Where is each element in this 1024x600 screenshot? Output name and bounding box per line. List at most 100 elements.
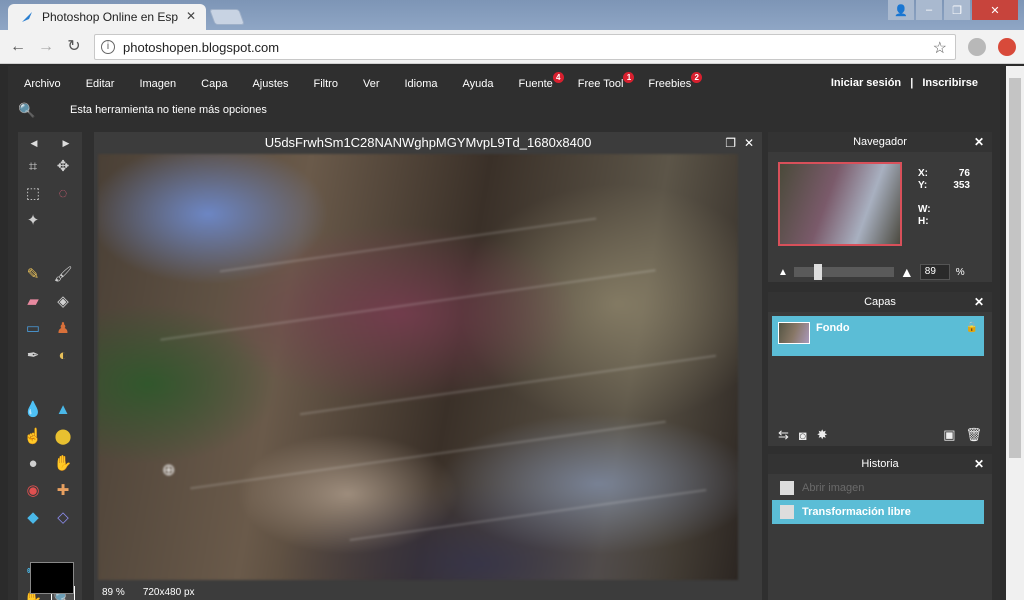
lasso-tool-icon[interactable]: ◌ xyxy=(51,181,75,205)
menu-idioma[interactable]: Idioma xyxy=(404,78,437,90)
bucket-tool-icon[interactable]: ◈ xyxy=(51,289,75,313)
layer-styles-icon[interactable]: ✸ xyxy=(817,427,828,443)
menu-fuente[interactable]: Fuente 4 xyxy=(519,72,564,90)
layers-title: Capas xyxy=(864,296,896,308)
smudge-tool-icon[interactable]: ☝ xyxy=(21,424,45,448)
info-icon[interactable]: i xyxy=(101,40,115,54)
image-canvas[interactable]: ⊕ xyxy=(98,154,738,580)
user-profile-icon[interactable]: 👤 xyxy=(888,0,914,20)
signup-link[interactable]: Inscribirse xyxy=(922,77,978,89)
zoom-out-icon[interactable]: ▲ xyxy=(778,267,788,278)
gradient-tool-icon[interactable]: ▭ xyxy=(21,316,45,340)
zoom-in-icon[interactable]: ▲ xyxy=(900,264,914,280)
new-tab-button[interactable] xyxy=(209,9,245,25)
editor-app: Archivo Editar Imagen Capa Ajustes Filtr… xyxy=(8,66,1000,600)
close-history-icon[interactable]: ✕ xyxy=(974,454,984,474)
color-replace-tool-icon[interactable]: ✒ xyxy=(21,343,45,367)
reload-button[interactable]: ↻ xyxy=(64,37,84,57)
dodge-tool-icon[interactable]: ● xyxy=(21,451,45,475)
menu-editar[interactable]: Editar xyxy=(86,78,115,90)
foreground-color-swatch[interactable] xyxy=(30,562,74,594)
history-item[interactable]: Transformación libre xyxy=(772,500,984,524)
layers-panel: Capas ✕ Fondo 🔒 ⇆ ◙ ✸ ▣ 🗑 xyxy=(768,292,992,446)
navigator-zoom: ▲ ▲ 89 % xyxy=(778,264,965,280)
magic-wand-tool-icon[interactable]: ✦ xyxy=(21,208,45,232)
close-document-icon[interactable]: ✕ xyxy=(744,132,754,154)
browser-titlebar: Photoshop Online en Esp ✕ 👤 – ❐ ✕ xyxy=(0,0,1024,30)
sponge-tool-icon[interactable]: ⬤ xyxy=(51,424,75,448)
arrow-left-icon: ← xyxy=(10,38,26,55)
back-button[interactable]: ← xyxy=(8,37,28,57)
layer-settings-icon[interactable]: ⇆ xyxy=(778,427,789,443)
navigator-coords: X: 76 Y: 353 W: H: xyxy=(918,168,970,227)
menu-ver[interactable]: Ver xyxy=(363,78,380,90)
document-window: U5dsFrwhSm1C28NANWghpMGYMvpL9Td_1680x840… xyxy=(94,132,762,600)
layer-thumbnail xyxy=(778,322,810,344)
blur-tool-icon[interactable]: 💧 xyxy=(21,397,45,421)
close-layers-icon[interactable]: ✕ xyxy=(974,292,984,312)
history-title: Historia xyxy=(861,458,899,470)
history-step-icon xyxy=(780,481,794,495)
stamp-tool-icon[interactable]: ♟ xyxy=(51,316,75,340)
layer-mask-icon[interactable]: ◙ xyxy=(799,428,807,443)
sharpen-tool-icon[interactable]: ▲ xyxy=(51,397,75,421)
navigator-zoom-input[interactable]: 89 xyxy=(919,264,950,280)
close-navigator-icon[interactable]: ✕ xyxy=(974,132,984,152)
new-layer-icon[interactable]: ▣ xyxy=(943,427,955,443)
tools-collapse-right-icon[interactable]: ▶ xyxy=(63,138,70,149)
pinch-tool-icon[interactable]: ◇ xyxy=(51,505,75,529)
extension-red-icon[interactable] xyxy=(998,38,1016,56)
login-link[interactable]: Iniciar sesión xyxy=(831,77,901,89)
minimize-button[interactable]: – xyxy=(916,0,942,20)
close-window-button[interactable]: ✕ xyxy=(972,0,1018,20)
document-status: 89 % 720x480 px xyxy=(102,587,195,598)
menu-imagen[interactable]: Imagen xyxy=(139,78,176,90)
navigator-thumbnail[interactable] xyxy=(778,162,902,246)
eraser-tool-icon[interactable]: ▰ xyxy=(21,289,45,313)
zoom-slider[interactable] xyxy=(793,264,894,280)
menu-archivo[interactable]: Archivo xyxy=(24,78,61,90)
extension-icon[interactable] xyxy=(968,38,986,56)
notification-badge: 1 xyxy=(623,72,635,83)
options-bar: 🔍 Esta herramienta no tiene más opciones xyxy=(8,96,1000,124)
page-scrollbar[interactable] xyxy=(1006,66,1024,600)
feather-icon xyxy=(20,10,34,24)
auth-links: Iniciar sesión | Inscribirse xyxy=(831,77,978,89)
draw-tool-icon[interactable]: ◐ xyxy=(51,343,75,367)
browser-tab[interactable]: Photoshop Online en Esp ✕ xyxy=(8,4,206,30)
history-item[interactable]: Abrir imagen xyxy=(772,476,984,500)
zoom-cursor-icon: ⊕ xyxy=(162,462,176,479)
menu-capa[interactable]: Capa xyxy=(201,78,227,90)
spot-heal-tool-icon[interactable]: ✚ xyxy=(51,478,75,502)
lock-icon: 🔒 xyxy=(965,322,978,333)
menu-filtro[interactable]: Filtro xyxy=(314,78,338,90)
bookmark-star-icon[interactable]: ☆ xyxy=(933,38,947,58)
tools-collapse-left-icon[interactable]: ◀ xyxy=(31,138,38,149)
red-eye-tool-icon[interactable]: ◉ xyxy=(21,478,45,502)
forward-button[interactable]: → xyxy=(36,37,56,57)
burn-tool-icon[interactable]: ✋ xyxy=(51,451,75,475)
navigator-title: Navegador xyxy=(853,136,907,148)
crop-tool-icon[interactable]: ⌗ xyxy=(21,154,45,178)
bloat-tool-icon[interactable]: ◆ xyxy=(21,505,45,529)
maximize-button[interactable]: ❐ xyxy=(944,0,970,20)
restore-window-icon[interactable]: ❐ xyxy=(725,132,736,154)
menu-ajustes[interactable]: Ajustes xyxy=(252,78,288,90)
delete-layer-icon[interactable]: 🗑 xyxy=(965,427,982,443)
menu-freebies[interactable]: Freebies 2 xyxy=(648,72,703,90)
options-text: Esta herramienta no tiene más opciones xyxy=(70,104,267,116)
layer-row[interactable]: Fondo 🔒 xyxy=(772,316,984,356)
pencil-tool-icon[interactable]: ✎ xyxy=(21,262,45,286)
menu-free-tool[interactable]: Free Tool 1 xyxy=(578,72,635,90)
history-panel: Historia ✕ Abrir imagen Transformación l… xyxy=(768,454,992,600)
menu-ayuda[interactable]: Ayuda xyxy=(463,78,494,90)
browser-toolbar: ← → ↻ i photoshopen.blogspot.com ☆ xyxy=(0,30,1024,64)
marquee-tool-icon[interactable]: ⬚ xyxy=(21,181,45,205)
address-bar[interactable]: i photoshopen.blogspot.com ☆ xyxy=(94,34,956,60)
tools-panel: ◀ ▶ ⌗ ✥ ⬚ ◌ ✦ ✎ 🖌 ▰ ◈ ▭ ♟ ✒ ◐ 💧 ▲ ☝ ⬤ ● … xyxy=(18,132,82,600)
tab-close-icon[interactable]: ✕ xyxy=(186,9,196,23)
brush-tool-icon[interactable]: 🖌 xyxy=(51,262,75,286)
zoom-value[interactable]: 89 xyxy=(102,587,113,598)
move-tool-icon[interactable]: ✥ xyxy=(51,154,75,178)
layer-name: Fondo xyxy=(816,322,850,334)
